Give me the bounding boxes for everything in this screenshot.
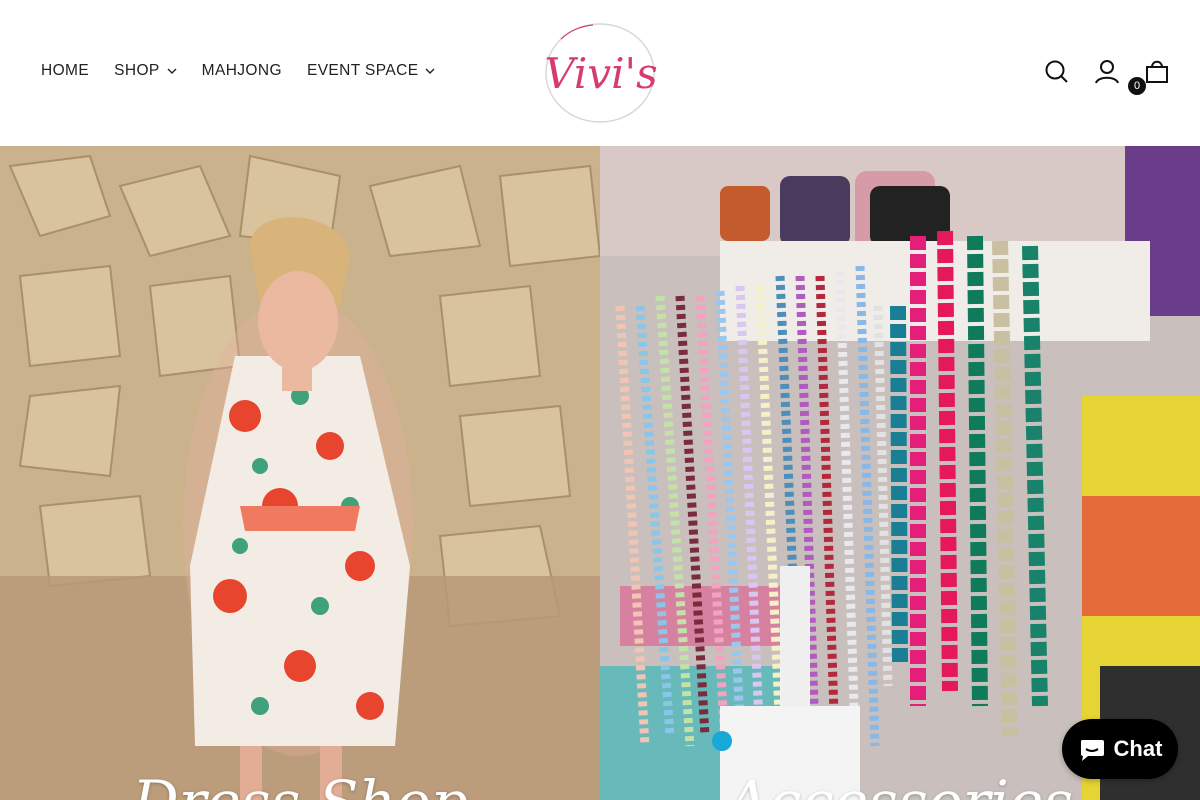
nav-home-label: HOME: [41, 62, 90, 79]
nav-shop-label: SHOP: [114, 62, 160, 79]
nav-home[interactable]: HOME: [41, 62, 89, 80]
nav-shop[interactable]: SHOP: [114, 62, 177, 80]
logo-text: Vivi's: [544, 49, 657, 98]
chat-label: Chat: [1113, 736, 1163, 761]
chevron-down-icon: [425, 68, 435, 74]
nav-event-space[interactable]: EVENT SPACE: [307, 62, 436, 80]
search-icon: [1045, 60, 1068, 83]
site-logo[interactable]: Vivi's: [531, 22, 671, 124]
hero-collections: Dress Shop: [0, 146, 1200, 800]
dress-shop-panel[interactable]: Dress Shop: [0, 146, 600, 800]
dress-shop-image: [0, 146, 600, 800]
chat-button[interactable]: Chat: [1062, 719, 1178, 779]
accessories-image: [600, 146, 1200, 800]
search-button[interactable]: [1044, 58, 1070, 86]
chat-bubble-icon: [1080, 740, 1104, 761]
nav-mahjong-label: MAHJONG: [201, 62, 282, 79]
site-header: HOME SHOP MAHJONG EVENT SPACE Vivi's 0: [0, 0, 1200, 146]
dress-shop-title: Dress Shop: [0, 768, 600, 800]
cart-icon: [1146, 60, 1168, 83]
nav-event-space-label: EVENT SPACE: [306, 62, 419, 79]
header-icons: 0: [1044, 58, 1170, 95]
account-icon: [1095, 60, 1119, 84]
logo-mark: Vivi's: [544, 23, 658, 123]
cart-button[interactable]: 0: [1128, 58, 1170, 95]
cart-count-badge: 0: [1128, 77, 1146, 95]
accessories-panel[interactable]: Accessories: [600, 146, 1200, 800]
nav-mahjong[interactable]: MAHJONG: [202, 62, 282, 80]
chevron-down-icon: [167, 68, 177, 74]
main-nav: HOME SHOP MAHJONG EVENT SPACE: [41, 62, 435, 80]
account-button[interactable]: [1094, 58, 1120, 86]
